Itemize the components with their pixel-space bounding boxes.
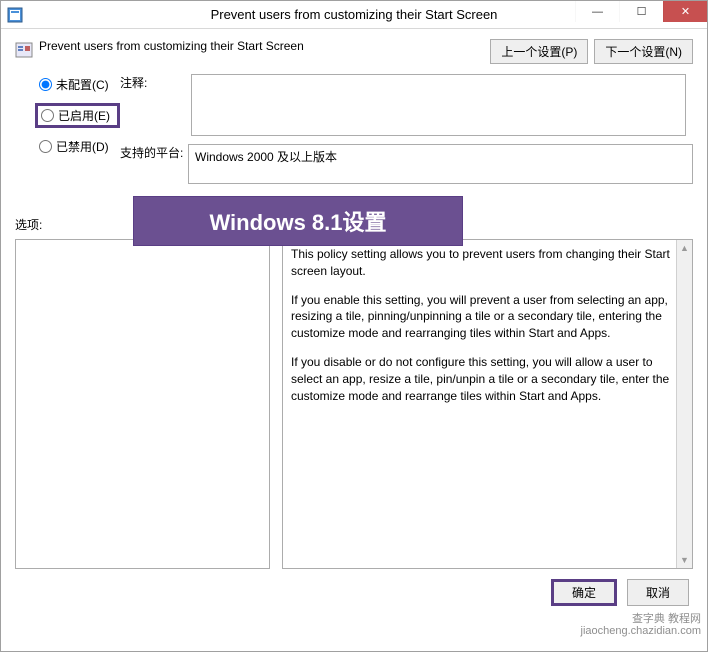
policy-name: Prevent users from customizing their Sta… (39, 39, 490, 53)
next-setting-button[interactable]: 下一个设置(N) (594, 39, 693, 64)
prev-setting-button[interactable]: 上一个设置(P) (490, 39, 588, 64)
app-icon (7, 7, 23, 23)
cancel-button[interactable]: 取消 (627, 579, 689, 606)
help-text: This policy setting allows you to preven… (283, 240, 692, 568)
radio-disabled[interactable]: 已禁用(D) (35, 136, 120, 157)
minimize-button[interactable]: — (575, 1, 619, 22)
scroll-up-icon[interactable]: ▲ (677, 240, 692, 256)
comment-label: 注释: (120, 74, 188, 91)
policy-icon (15, 41, 33, 59)
radio-enabled-input[interactable] (41, 109, 54, 122)
close-button[interactable]: ✕ (663, 1, 707, 22)
annotation-banner: Windows 8.1设置 (133, 196, 463, 246)
ok-button[interactable]: 确定 (551, 579, 617, 606)
help-scrollbar[interactable]: ▲ ▼ (676, 240, 692, 568)
titlebar: Prevent users from customizing their Sta… (1, 1, 707, 29)
radio-not-configured[interactable]: 未配置(C) (35, 74, 120, 95)
state-radio-group: 未配置(C) 已启用(E) 已禁用(D) (15, 74, 120, 184)
radio-not-configured-input[interactable] (39, 78, 52, 91)
comment-textarea[interactable] (191, 74, 686, 136)
window-controls: — ☐ ✕ (575, 1, 707, 28)
platform-textbox: Windows 2000 及以上版本 (188, 144, 693, 184)
options-panel (15, 239, 270, 569)
radio-disabled-input[interactable] (39, 140, 52, 153)
scroll-down-icon[interactable]: ▼ (677, 552, 692, 568)
help-panel: This policy setting allows you to preven… (282, 239, 693, 569)
platform-label: 支持的平台: (120, 144, 188, 161)
maximize-button[interactable]: ☐ (619, 1, 663, 22)
radio-enabled[interactable]: 已启用(E) (35, 103, 120, 128)
